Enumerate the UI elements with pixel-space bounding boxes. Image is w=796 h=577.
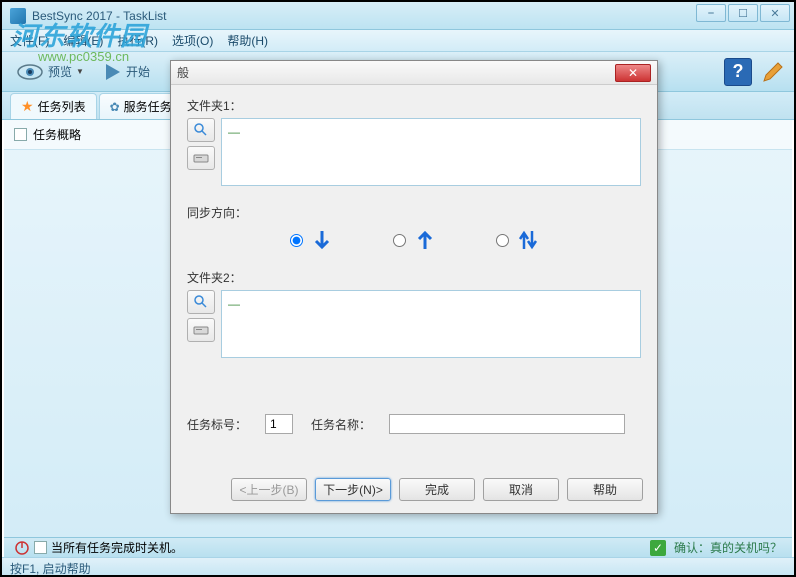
confirm-label: 确认：真的关机吗？: [674, 539, 782, 556]
dialog-wizard: 般 ✕ 文件夹1： — 同步方向：: [170, 60, 658, 514]
eye-icon: [16, 63, 44, 81]
shutdown-label: 当所有任务完成时关机。: [51, 539, 183, 556]
maximize-button[interactable]: ☐: [728, 4, 758, 22]
dialog-title: 般: [177, 64, 189, 81]
sync-up-radio[interactable]: [393, 234, 406, 247]
drive-icon: [193, 152, 209, 164]
search-icon: [194, 295, 208, 309]
dialog-close-button[interactable]: ✕: [615, 64, 651, 82]
power-icon: [14, 540, 30, 556]
statusbar: 按F1, 启动帮助: [2, 557, 794, 575]
help-icon[interactable]: ?: [724, 58, 752, 86]
sync-up-option[interactable]: [393, 229, 436, 251]
preview-label: 预览: [48, 63, 72, 80]
tab-servicetask-label: 服务任务: [124, 98, 172, 115]
folder1-label: 文件夹1：: [187, 97, 641, 114]
search-icon: [194, 123, 208, 137]
folder1-browse-button[interactable]: [187, 118, 215, 142]
menubar: 文件(F) 编辑(E) 执行(R) 选项(O) 帮助(H): [2, 30, 794, 52]
task-name-label: 任务名称：: [311, 416, 371, 433]
sync-both-option[interactable]: [496, 229, 539, 251]
close-button[interactable]: ✕: [760, 4, 790, 22]
folder2-label: 文件夹2：: [187, 269, 641, 286]
titlebar: BestSync 2017 - TaskList ⎯ ☐ ✕: [2, 2, 794, 30]
sync-down-radio[interactable]: [290, 234, 303, 247]
menu-execute[interactable]: 执行(R): [117, 32, 158, 49]
task-id-label: 任务标号：: [187, 416, 247, 433]
arrow-down-icon: [311, 229, 333, 251]
dialog-titlebar[interactable]: 般 ✕: [171, 61, 657, 85]
play-icon: [102, 62, 122, 82]
sync-both-radio[interactable]: [496, 234, 509, 247]
folder1-drive-button[interactable]: [187, 146, 215, 170]
shutdown-checkbox[interactable]: [34, 541, 47, 554]
tab-tasklist-label: 任务列表: [38, 98, 86, 115]
folder2-drive-button[interactable]: [187, 318, 215, 342]
folder2-browse-button[interactable]: [187, 290, 215, 314]
next-button[interactable]: 下一步(N)>: [315, 478, 391, 501]
minimize-button[interactable]: ⎯: [696, 4, 726, 22]
status-text: 按F1, 启动帮助: [10, 562, 91, 576]
task-id-input[interactable]: [265, 414, 293, 434]
check-icon: ✓: [650, 540, 666, 556]
arrow-up-icon: [414, 229, 436, 251]
window-title: BestSync 2017 - TaskList: [32, 9, 167, 23]
start-button[interactable]: 开始: [96, 60, 156, 84]
finish-button[interactable]: 完成: [399, 478, 475, 501]
cancel-button[interactable]: 取消: [483, 478, 559, 501]
sync-down-option[interactable]: [290, 229, 333, 251]
preview-button[interactable]: 预览 ▼: [10, 61, 90, 83]
bottombar: 当所有任务完成时关机。 ✓ 确认：真的关机吗？: [4, 537, 792, 557]
task-name-input[interactable]: [389, 414, 625, 434]
app-icon: [10, 8, 26, 24]
chevron-down-icon: ▼: [76, 67, 84, 76]
shutdown-check[interactable]: 当所有任务完成时关机。: [14, 539, 183, 556]
star-icon: ★: [21, 98, 34, 115]
drive-icon: [193, 324, 209, 336]
sync-direction-label: 同步方向：: [187, 204, 641, 221]
folder1-input[interactable]: —: [221, 118, 641, 186]
menu-help[interactable]: 帮助(H): [227, 32, 268, 49]
gear-icon: ✿: [110, 100, 120, 114]
folder2-input[interactable]: —: [221, 290, 641, 358]
menu-edit[interactable]: 编辑(E): [63, 32, 103, 49]
help-button[interactable]: 帮助: [567, 478, 643, 501]
pen-icon[interactable]: [760, 59, 786, 85]
start-label: 开始: [126, 63, 150, 80]
tab-tasklist[interactable]: ★ 任务列表: [10, 93, 97, 119]
menu-file[interactable]: 文件(F): [10, 32, 49, 49]
menu-options[interactable]: 选项(O): [172, 32, 213, 49]
prev-button: <上一步(B): [231, 478, 307, 501]
arrow-updown-icon: [517, 229, 539, 251]
task-checkbox[interactable]: [14, 128, 27, 141]
task-overview-label: 任务概略: [33, 126, 81, 143]
